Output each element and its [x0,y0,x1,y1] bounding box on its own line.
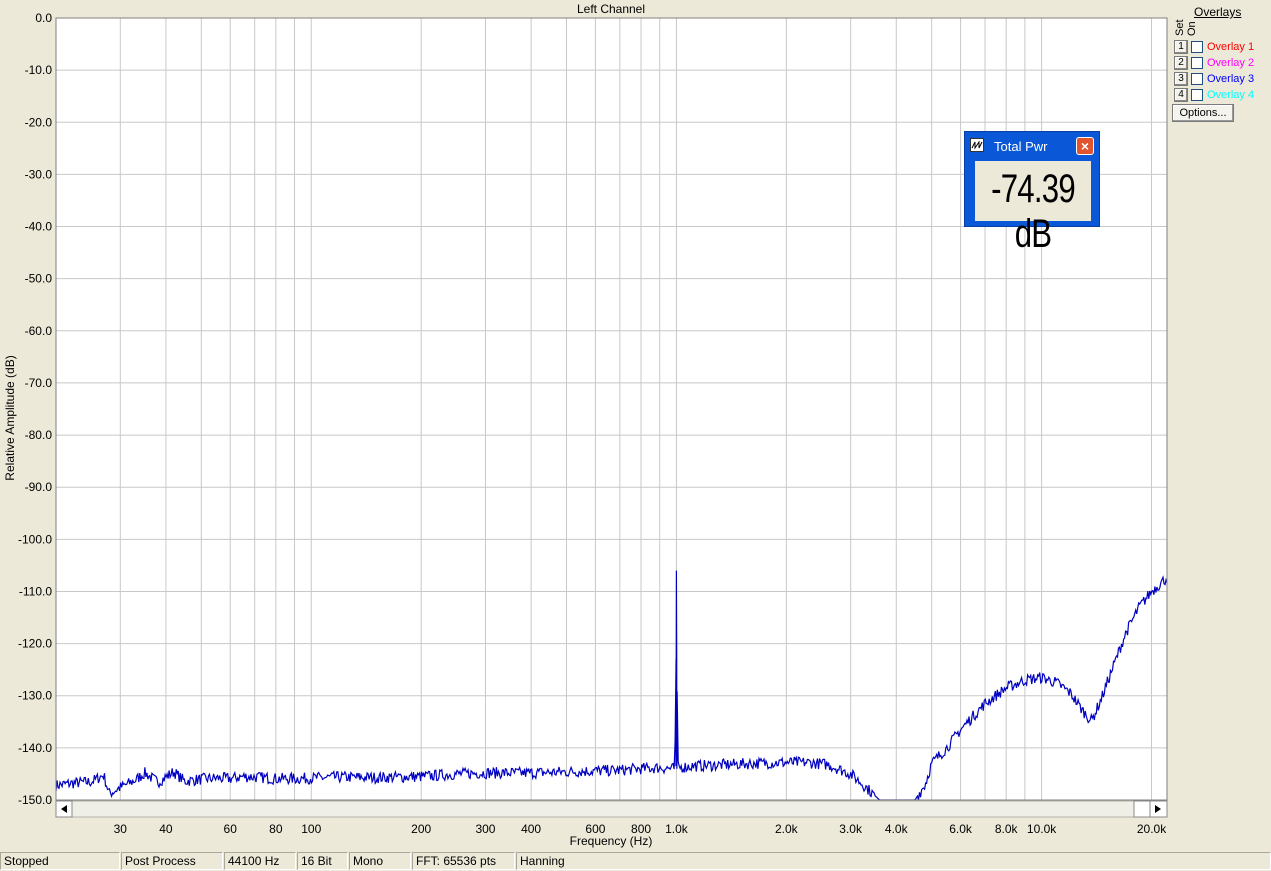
spectrum-chart: 0.0 -10.0 -20.0 -30.0 -40.0 -50.0 -60.0 -70.0 -8… [3,2,1168,848]
options-button[interactable]: Options... [1172,104,1234,122]
overlay-label-2: Overlay 2 [1207,57,1255,69]
x-tick-label: 300 [475,822,495,836]
y-tick-label: -110.0 [19,584,52,598]
overlay-checkbox-4[interactable] [1191,89,1203,101]
status-fft-size: FFT: 65536 pts [412,852,515,870]
scroll-thumb[interactable] [1133,800,1151,818]
overlay-label-1: Overlay 1 [1207,41,1255,53]
x-tick-label: 30 [114,822,128,836]
y-tick-label: -20.0 [25,115,53,129]
status-state: Stopped [0,852,120,870]
overlay-row-3: 3 Overlay 3 [1174,72,1254,86]
x-tick-label: 2.0k [775,822,799,836]
overlay-checkbox-1[interactable] [1191,41,1203,53]
status-bit-depth: 16 Bit [297,852,348,870]
y-tick-label: -120.0 [18,637,52,651]
x-tick-label: 40 [159,822,173,836]
y-axis-label: Relative Amplitude (dB) [3,355,17,480]
y-tick-labels: 0.0 -10.0 -20.0 -30.0 -40.0 -50.0 -60.0 -70.0 -8… [18,11,52,807]
x-tick-label: 60 [224,822,238,836]
status-sample-rate: 44100 Hz [224,852,296,870]
status-channels: Mono [349,852,411,870]
y-tick-label: -40.0 [25,220,53,234]
x-tick-label: 10.0k [1027,822,1057,836]
h-scrollbar[interactable] [55,800,1168,818]
overlay-checkbox-2[interactable] [1191,57,1203,69]
y-tick-label: -90.0 [25,480,53,494]
waveform-icon [970,138,984,152]
x-tick-label: 8.0k [995,822,1019,836]
x-tick-label: 3.0k [839,822,863,836]
overlay-set-button-3[interactable]: 3 [1174,72,1188,86]
overlay-set-button-1[interactable]: 1 [1174,40,1188,54]
overlay-row-2: 2 Overlay 2 [1174,56,1254,70]
overlay-row-4: 4 Overlay 4 [1174,88,1254,102]
overlay-checkbox-3[interactable] [1191,73,1203,85]
overlay-label-4: Overlay 4 [1207,89,1255,101]
chart-title: Left Channel [577,2,645,16]
x-tick-label: 4.0k [885,822,909,836]
total-power-value-box: -74.39 dB [975,161,1091,256]
x-tick-label: 400 [521,822,541,836]
total-power-title: Total Pwr [994,139,1048,154]
y-tick-label: -50.0 [25,272,53,286]
y-tick-label: -10.0 [25,63,53,77]
x-tick-label: 80 [269,822,283,836]
y-tick-label: 0.0 [35,11,52,25]
y-tick-label: -60.0 [25,324,53,338]
y-tick-label: -130.0 [18,689,52,703]
total-power-titlebar[interactable]: Total Pwr × [965,132,1099,158]
y-tick-label: -150.0 [18,793,52,807]
y-tick-label: -80.0 [25,428,53,442]
status-window: Hanning [516,852,1271,870]
status-mode: Post Process [121,852,223,870]
x-tick-label: 1.0k [665,822,689,836]
x-tick-label: 200 [411,822,431,836]
overlay-set-button-4[interactable]: 4 [1174,88,1188,102]
x-tick-label: 6.0k [949,822,973,836]
y-tick-label: -140.0 [18,741,52,755]
total-power-value: -74.39 dB [991,167,1076,256]
x-axis-label: Frequency (Hz) [570,834,653,848]
overlays-on-label: On [1186,21,1198,36]
overlay-row-1: 1 Overlay 1 [1174,40,1254,54]
total-power-window[interactable]: Total Pwr × -74.39 dB [964,131,1100,256]
y-tick-label: -70.0 [25,376,53,390]
overlay-set-button-2[interactable]: 2 [1174,56,1188,70]
x-tick-label: 100 [301,822,321,836]
overlays-title: Overlays [1194,5,1242,19]
x-tick-label: 20.0k [1137,822,1167,836]
y-tick-label: -100.0 [18,532,52,546]
close-icon[interactable]: × [1076,137,1094,155]
y-tick-label: -30.0 [25,167,53,181]
overlay-label-3: Overlay 3 [1207,73,1255,85]
overlays-panel: Overlays Set On 1 Overlay 1 2 Overlay 2 … [1170,0,1271,130]
status-bar: Stopped Post Process 44100 Hz 16 Bit Mon… [0,851,1271,871]
overlays-set-label: Set [1174,19,1186,36]
